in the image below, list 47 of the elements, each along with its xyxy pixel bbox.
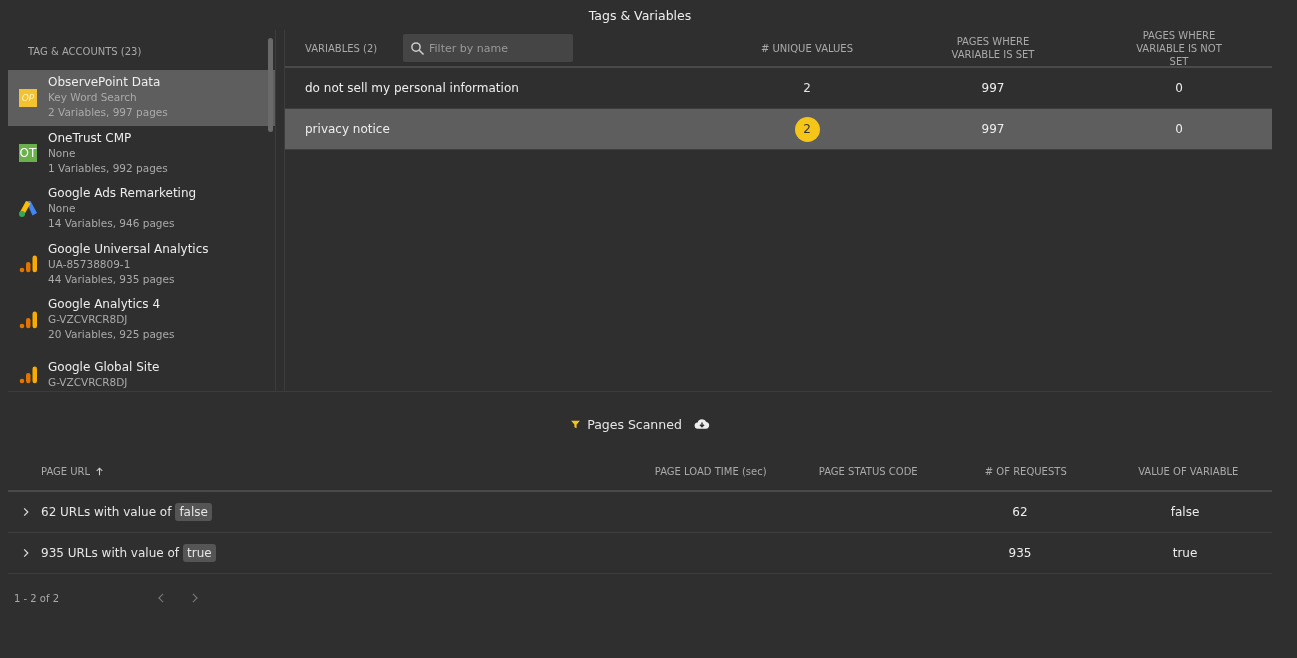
bar-chart-icon [18,254,38,275]
cloud-download-icon [693,416,710,432]
group-label: 62 URLs with value of [41,505,172,519]
triangle-logo-icon [18,198,38,219]
column-header[interactable]: PAGE URL [8,465,632,477]
column-header[interactable]: PAGES WHERE VARIABLE IS SET [900,35,1086,61]
column-header[interactable]: # OF REQUESTS [947,465,1105,477]
table-cell-text: false [1169,505,1201,519]
table-cell-text: true [1171,546,1199,560]
tag-list-item[interactable]: Google Universal Analytics UA-85738809-1 44 Variables, 935 pages [8,236,275,292]
table-cell-text: privacy notice [304,122,391,136]
column-header[interactable]: VALUE OF VARIABLE [1104,465,1272,477]
table-cell-text: 0 [1174,122,1184,136]
table-row[interactable]: privacy notice 2 997 0 [285,109,1272,150]
table-cell-text: 997 [980,122,1006,136]
table-cell-text: do not sell my personal information [304,81,520,95]
tag-list-item[interactable]: Google Ads Remarketing None 14 Variables, 946 pages [8,181,275,237]
table-cell-text: 935 [1007,546,1033,560]
search-field[interactable]: Filter by name [403,34,573,62]
column-header[interactable]: PAGE STATUS CODE [789,465,947,477]
group-label: 935 URLs with value of [41,546,180,560]
column-header[interactable]: # UNIQUE VALUES [714,41,900,55]
bar-chart-icon [18,309,38,330]
tag-logo-icon: OT [19,144,37,163]
count-badge: 2 [794,116,820,142]
column-header[interactable]: VARIABLES (2) [305,42,403,54]
table-cell-text: 997 [980,81,1006,95]
bar-chart-icon [18,365,38,386]
window-title: Tags & Variables [587,7,693,25]
scrollbar[interactable] [268,38,273,132]
tag-logo-icon: OP [19,88,37,107]
tag-list-item[interactable]: Google Analytics 4 G-VZCVRCR8DJ 20 Variables, 925 pages [8,292,275,348]
column-header[interactable]: PAGE LOAD TIME (sec) [631,465,790,477]
count-value: 2 [802,80,812,97]
value-tag: false [175,503,212,521]
section-heading: TAG & ACCOUNTS (23) [27,45,143,59]
value-tag: true [183,544,216,562]
column-header[interactable]: PAGES WHERE VARIABLE IS NOT SET [1086,28,1272,68]
section-title: Pages Scanned [587,416,682,432]
filter-icon [570,418,582,430]
tag-list-item[interactable]: OP ObservePoint Data Key Word Search 2 Variables, 997 pages [8,70,275,126]
tag-list-item[interactable]: Google Global Site G-VZCVRCR8DJ [8,347,275,390]
table-cell-text: 0 [1174,81,1184,95]
pagination-text: 1 - 2 of 2 [13,592,61,604]
table-cell-text: 62 [1011,505,1029,519]
tag-list-item[interactable]: OT OneTrust CMP None 1 Variables, 992 pages [8,125,275,181]
sort-arrow-icon [94,465,106,477]
